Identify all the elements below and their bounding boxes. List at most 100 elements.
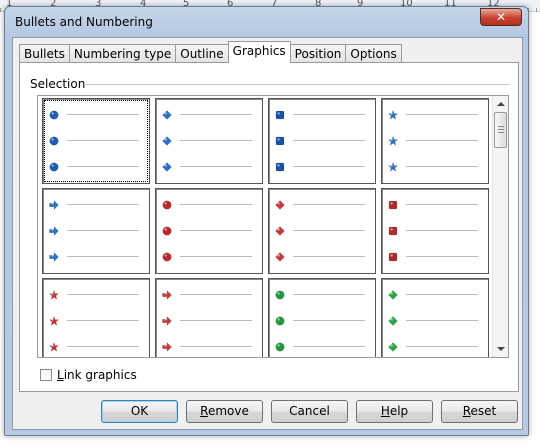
preview-row — [43, 107, 149, 121]
thumb-grip-icon — [498, 132, 504, 133]
preview-text-line — [406, 256, 478, 257]
scroll-up-arrow-icon[interactable] — [497, 102, 505, 106]
bullet-style-option[interactable] — [42, 278, 150, 357]
bullet-style-option[interactable] — [381, 278, 489, 357]
blue-star-bullet-icon — [387, 135, 399, 146]
red-star-bullet-icon — [48, 341, 60, 352]
scroll-down-arrow-icon[interactable] — [497, 347, 505, 351]
preview-text-line — [406, 346, 478, 347]
green-diamond-bullet-icon — [388, 289, 398, 300]
preview-row — [156, 313, 262, 327]
tab-bullets[interactable]: Bullets — [19, 44, 70, 63]
link-graphics-checkbox[interactable] — [40, 369, 52, 381]
bullets-and-numbering-dialog: Bullets and Numbering ✕ Bullets Numbering… — [4, 6, 529, 436]
blue-diamond-bullet-icon — [162, 109, 172, 120]
preview-row — [382, 159, 488, 173]
dialog-content: Bullets Numbering type Outline Graphics Posi… — [12, 37, 523, 430]
preview-text-line — [67, 230, 139, 231]
preview-text-line — [67, 320, 139, 321]
preview-text-line — [293, 166, 365, 167]
blue-cube-bullet-icon — [275, 135, 285, 146]
preview-text-line — [180, 320, 252, 321]
preview-text-line — [406, 320, 478, 321]
blue-star-bullet-icon — [387, 161, 399, 172]
blue-arrow-bullet-icon — [49, 199, 59, 210]
preview-text-line — [67, 114, 139, 115]
red-arrow-bullet-icon — [162, 289, 172, 300]
selection-label: Selection — [30, 77, 86, 91]
preview-row — [382, 249, 488, 263]
graphics-selection-grid — [37, 95, 509, 358]
vertical-scrollbar[interactable] — [492, 96, 508, 357]
red-cube-bullet-icon — [388, 199, 398, 210]
help-button[interactable]: Help — [356, 400, 433, 423]
reset-button[interactable]: Reset — [441, 400, 518, 423]
preview-text-line — [67, 256, 139, 257]
preview-text-line — [180, 114, 252, 115]
green-diamond-bullet-icon — [388, 315, 398, 326]
tab-graphics[interactable]: Graphics — [227, 41, 291, 63]
red-diamond-bullet-icon — [275, 199, 285, 210]
preview-row — [156, 249, 262, 263]
preview-row — [269, 159, 375, 173]
preview-row — [269, 249, 375, 263]
preview-row — [269, 287, 375, 301]
bullet-style-option[interactable] — [268, 98, 376, 184]
bullet-style-option[interactable] — [381, 98, 489, 184]
blue-cube-bullet-icon — [275, 161, 285, 172]
preview-text-line — [293, 114, 365, 115]
preview-text-line — [180, 204, 252, 205]
bullet-style-option[interactable] — [155, 188, 263, 274]
preview-text-line — [180, 294, 252, 295]
preview-row — [43, 223, 149, 237]
preview-text-line — [67, 346, 139, 347]
preview-row — [382, 287, 488, 301]
cancel-button[interactable]: Cancel — [271, 400, 348, 423]
preview-text-line — [406, 204, 478, 205]
thumb-grip-icon — [498, 126, 504, 127]
tab-position[interactable]: Position — [289, 44, 347, 63]
tab-options[interactable]: Options — [345, 44, 402, 63]
preview-row — [156, 107, 262, 121]
thumb-grip-icon — [498, 129, 504, 130]
preview-row — [43, 313, 149, 327]
blue-arrow-bullet-icon — [49, 225, 59, 236]
bullet-style-option[interactable] — [268, 188, 376, 274]
preview-row — [382, 339, 488, 353]
preview-row — [156, 223, 262, 237]
tab-outline[interactable]: Outline — [175, 44, 229, 63]
preview-text-line — [293, 204, 365, 205]
preview-text-line — [67, 294, 139, 295]
preview-row — [43, 339, 149, 353]
bullet-style-option[interactable] — [381, 188, 489, 274]
preview-row — [269, 107, 375, 121]
bullet-style-option[interactable] — [42, 98, 150, 184]
preview-text-line — [180, 346, 252, 347]
bullet-style-option[interactable] — [155, 98, 263, 184]
close-button[interactable]: ✕ — [480, 8, 522, 26]
preview-text-line — [293, 346, 365, 347]
bullet-style-option[interactable] — [42, 188, 150, 274]
red-diamond-bullet-icon — [275, 251, 285, 262]
scroll-thumb[interactable] — [494, 112, 507, 148]
preview-row — [269, 223, 375, 237]
tab-bar: Bullets Numbering type Outline Graphics Posi… — [19, 41, 402, 63]
close-icon: ✕ — [495, 10, 507, 24]
title-bar[interactable]: Bullets and Numbering ✕ — [5, 7, 528, 37]
preview-row — [382, 197, 488, 211]
red-cube-bullet-icon — [388, 225, 398, 236]
blue-diamond-bullet-icon — [162, 135, 172, 146]
bullet-style-option[interactable] — [268, 278, 376, 357]
preview-row — [156, 287, 262, 301]
bullet-styles-grid — [42, 98, 492, 357]
tab-numbering-type[interactable]: Numbering type — [68, 44, 177, 63]
preview-row — [269, 339, 375, 353]
link-graphics-label: Link graphics — [57, 368, 137, 382]
link-graphics-checkbox-row[interactable]: Link graphics — [40, 368, 137, 382]
preview-text-line — [180, 256, 252, 257]
remove-button[interactable]: Remove — [186, 400, 263, 423]
ok-button[interactable]: OK — [101, 400, 178, 423]
bullet-style-option[interactable] — [155, 278, 263, 357]
blue-arrow-bullet-icon — [49, 251, 59, 262]
preview-text-line — [406, 166, 478, 167]
